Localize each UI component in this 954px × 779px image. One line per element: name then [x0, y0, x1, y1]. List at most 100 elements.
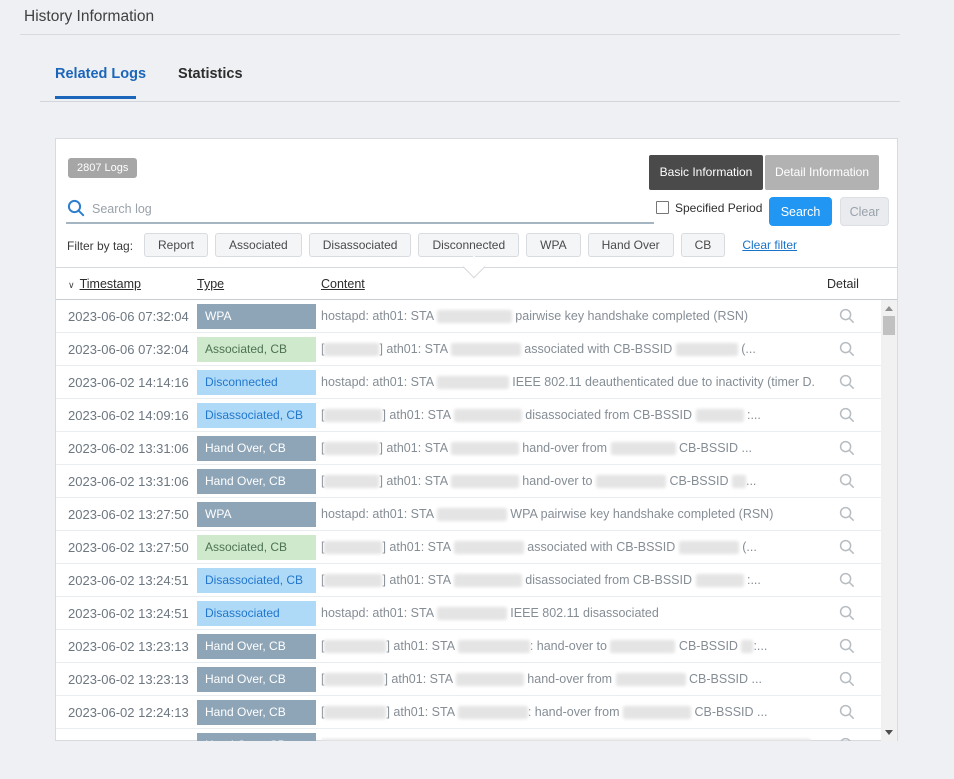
redacted-text: [324, 574, 382, 587]
detail-magnifier-icon[interactable]: [839, 374, 855, 390]
column-header-type[interactable]: Type: [197, 267, 224, 299]
column-header-timestamp[interactable]: ∨ Timestamp: [68, 267, 141, 299]
content-text: : hand-over to: [530, 639, 611, 653]
detail-magnifier-icon[interactable]: [839, 638, 855, 654]
row-type-badge: Disassociated, CB: [197, 568, 316, 593]
basic-information-button[interactable]: Basic Information: [649, 155, 763, 190]
detail-information-button[interactable]: Detail Information: [765, 155, 879, 190]
title-divider: [20, 34, 900, 35]
row-timestamp: 2023-06-02 13:27:50: [68, 531, 189, 564]
redacted-text: [324, 343, 379, 356]
content-text: ] ath01: STA: [379, 474, 450, 488]
scroll-down-icon[interactable]: [885, 730, 893, 735]
redacted-text: [679, 541, 739, 554]
row-content: [] ath01: STA : hand-over from CB-BSSID …: [321, 696, 816, 729]
row-content: hostapd: ath01: STA IEEE 802.11 deauthen…: [321, 366, 816, 399]
detail-magnifier-icon[interactable]: [839, 704, 855, 720]
detail-magnifier-icon[interactable]: [839, 473, 855, 489]
filter-tag-disconnected[interactable]: Disconnected: [418, 233, 519, 257]
content-text: hostapd: ath01: STA: [321, 375, 437, 389]
row-type-badge: Disconnected: [197, 370, 316, 395]
content-text: associated with CB-BSSID: [521, 342, 676, 356]
search-input[interactable]: [92, 197, 647, 221]
redacted-text: [324, 541, 382, 554]
column-header-content[interactable]: Content: [321, 267, 365, 299]
redacted-text: [437, 310, 512, 323]
detail-magnifier-icon[interactable]: [839, 506, 855, 522]
column-header-timestamp-label: Timestamp: [80, 277, 141, 291]
detail-magnifier-icon[interactable]: [839, 737, 855, 741]
redacted-text: [324, 442, 379, 455]
row-content: hostapd: ath01: STA IEEE 802.11 disassoc…: [321, 597, 816, 630]
row-timestamp: 2023-06-02 13:23:13: [68, 663, 189, 696]
detail-magnifier-icon[interactable]: [839, 671, 855, 687]
vertical-scrollbar[interactable]: [881, 300, 897, 741]
row-type-badge: Associated, CB: [197, 535, 316, 560]
content-text: ...: [746, 474, 756, 488]
detail-magnifier-icon[interactable]: [839, 341, 855, 357]
row-timestamp: 2023-06-06 07:32:04: [68, 333, 189, 366]
scrollbar-thumb[interactable]: [883, 316, 895, 335]
row-type-badge: WPA: [197, 304, 316, 329]
row-timestamp: 2023-06-02 12:24:13: [68, 696, 189, 729]
row-timestamp: 2023-06-02 13:24:51: [68, 564, 189, 597]
redacted-text: [454, 574, 522, 587]
content-text: CB-BSSID ...: [676, 441, 752, 455]
clear-button[interactable]: Clear: [840, 197, 889, 226]
filter-tag-wpa[interactable]: WPA: [526, 233, 580, 257]
detail-magnifier-icon[interactable]: [839, 539, 855, 555]
page-title: History Information: [24, 8, 154, 26]
redacted-text: [437, 607, 507, 620]
row-content: [] ath01: STA disassociated from CB-BSSI…: [321, 399, 816, 432]
table-row: 2023-06-02 13:24:51 Disassociated hostap…: [56, 597, 882, 630]
filter-tag-report[interactable]: Report: [144, 233, 208, 257]
filter-tag-associated[interactable]: Associated: [215, 233, 302, 257]
redacted-text: [451, 442, 519, 455]
filter-tag-cb[interactable]: CB: [681, 233, 726, 257]
sort-desc-icon: ∨: [68, 268, 75, 302]
redacted-text: [324, 706, 386, 719]
redacted-text: [454, 541, 524, 554]
table-row: 2023-06-02 14:09:16 Disassociated, CB []…: [56, 399, 882, 432]
row-content: [] ath01: STA associated with CB-BSSID (…: [321, 333, 816, 366]
log-table-body: 2023-06-06 07:32:04 WPA hostapd: ath01: …: [56, 300, 897, 741]
row-content: [] ath01: STA hand-over from CB-BSSID ..…: [321, 432, 816, 465]
row-timestamp: 2023-06-02 14:14:16: [68, 366, 189, 399]
content-text: ] ath01: STA: [384, 672, 455, 686]
content-text: CB-BSSID ...: [686, 672, 762, 686]
search-button[interactable]: Search: [769, 197, 832, 226]
content-text: hand-over from: [519, 441, 611, 455]
log-count-badge: 2807 Logs: [68, 158, 137, 178]
row-timestamp: 2023-06-02 14:09:16: [68, 399, 189, 432]
redacted-text: [696, 574, 744, 587]
scroll-up-icon[interactable]: [885, 306, 893, 311]
tab-related-logs[interactable]: Related Logs: [55, 66, 146, 82]
filter-tag-hand-over[interactable]: Hand Over: [588, 233, 674, 257]
row-content: [321, 729, 816, 741]
content-text: hostapd: ath01: STA: [321, 507, 437, 521]
redacted-text: [451, 343, 521, 356]
content-text: pairwise key handshake completed (RSN): [512, 309, 748, 323]
filter-tag-disassociated[interactable]: Disassociated: [309, 233, 412, 257]
detail-magnifier-icon[interactable]: [839, 308, 855, 324]
redacted-text: [610, 640, 675, 653]
specified-period-label[interactable]: Specified Period: [675, 201, 762, 215]
detail-magnifier-icon[interactable]: [839, 440, 855, 456]
redacted-text: [741, 640, 753, 653]
content-text: :...: [744, 573, 761, 587]
detail-magnifier-icon[interactable]: [839, 572, 855, 588]
tab-bar: Related Logs Statistics: [55, 66, 243, 82]
redacted-text: [451, 475, 519, 488]
table-row: 2023-06-02 13:23:13 Hand Over, CB [] ath…: [56, 630, 882, 663]
redacted-text: [324, 409, 382, 422]
table-row: 2023-06-02 13:31:06 Hand Over, CB [] ath…: [56, 465, 882, 498]
row-type-badge: Associated, CB: [197, 337, 316, 362]
tab-statistics[interactable]: Statistics: [178, 66, 242, 82]
redacted-text: [623, 706, 691, 719]
redacted-text: [324, 673, 384, 686]
row-type-badge: Hand Over, CB: [197, 700, 316, 725]
detail-magnifier-icon[interactable]: [839, 407, 855, 423]
clear-filter-link[interactable]: Clear filter: [742, 238, 797, 252]
specified-period-checkbox[interactable]: [656, 201, 669, 214]
detail-magnifier-icon[interactable]: [839, 605, 855, 621]
